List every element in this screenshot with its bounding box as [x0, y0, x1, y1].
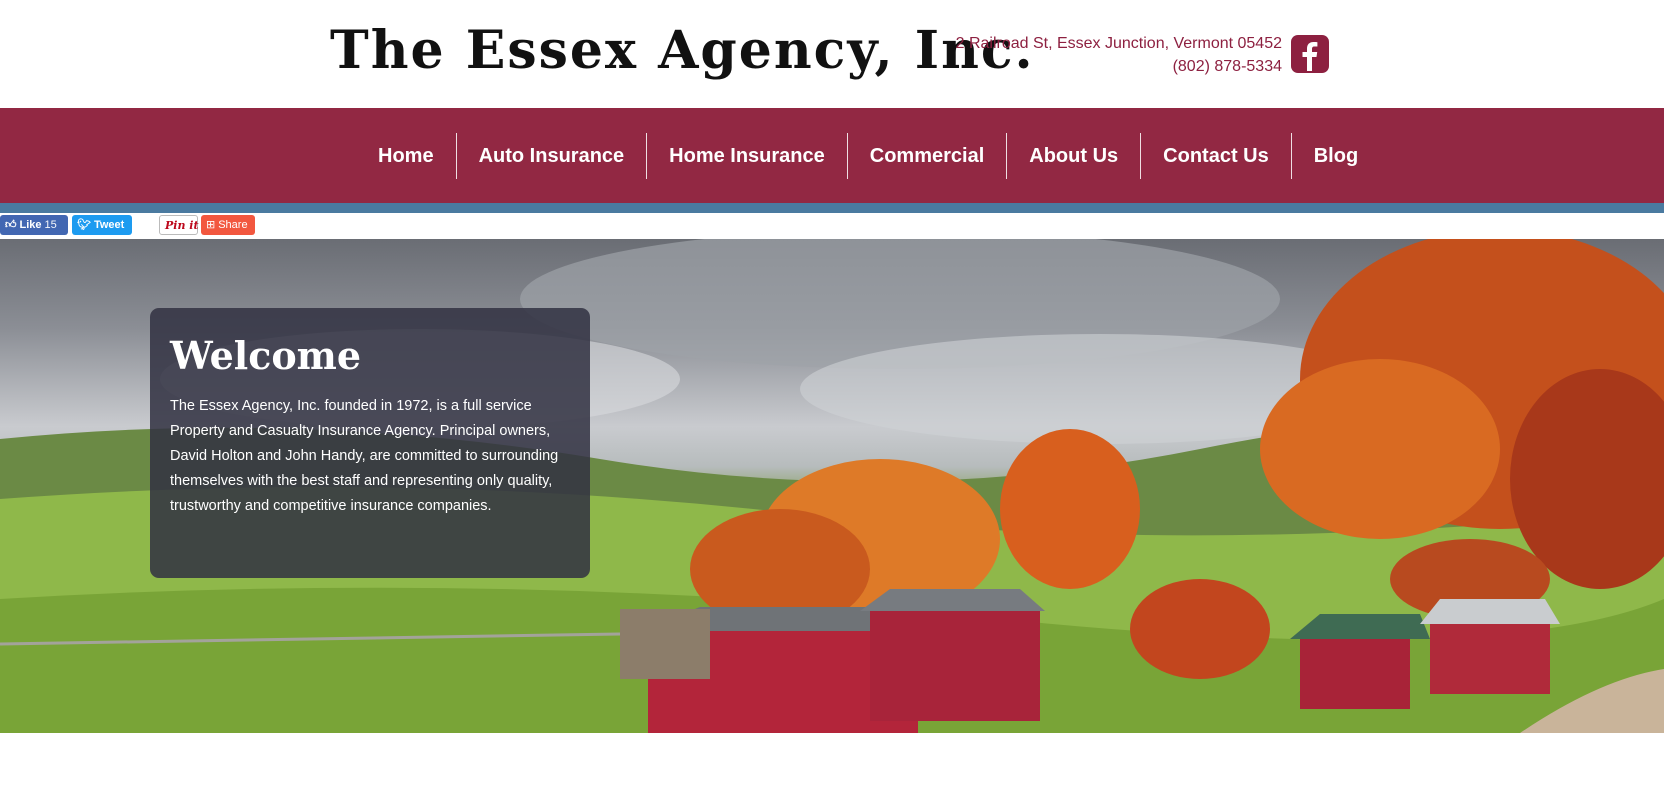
address-text: 2 Railroad St, Essex Junction, Vermont 0… [955, 35, 1282, 52]
thumbs-up-icon: 👍︎ [5, 219, 17, 231]
nav-blog[interactable]: Blog [1290, 133, 1380, 179]
share-label: Share [218, 219, 248, 231]
plus-box-icon: ⊞ [206, 219, 216, 231]
share-button[interactable]: ⊞ Share [201, 215, 255, 235]
nav-auto-insurance[interactable]: Auto Insurance [455, 133, 647, 179]
nav-commercial[interactable]: Commercial [846, 133, 1007, 179]
twitter-bird-icon: 🐦︎ [77, 219, 91, 231]
nav-contact-us[interactable]: Contact Us [1140, 133, 1291, 179]
welcome-panel: Welcome The Essex Agency, Inc. founded i… [150, 308, 590, 578]
main-nav: Home Auto Insurance Home Insurance Comme… [0, 108, 1664, 203]
site-logo[interactable]: The Essex Agency, Inc. [330, 16, 1033, 86]
pinterest-pin-button[interactable]: Pin it [159, 215, 199, 235]
like-label: Like [19, 219, 42, 231]
facebook-icon[interactable] [1291, 35, 1329, 73]
like-count: 15 [44, 219, 57, 231]
nav-home-insurance[interactable]: Home Insurance [646, 133, 847, 179]
social-share-bar: 👍︎ Like 15 🐦︎ Tweet Pin it ⊞ Share [0, 213, 1664, 239]
nav-home[interactable]: Home [356, 133, 456, 179]
site-header: The Essex Agency, Inc. 2 Railroad St, Es… [0, 0, 1664, 108]
facebook-like-button[interactable]: 👍︎ Like 15 [0, 215, 68, 235]
nav-accent-strip [0, 203, 1664, 213]
tweet-button[interactable]: 🐦︎ Tweet [72, 215, 132, 235]
phone-link[interactable]: (802) 878-5334 [956, 55, 1282, 78]
contact-info: 2 Railroad St, Essex Junction, Vermont 0… [956, 32, 1282, 78]
nav-about-us[interactable]: About Us [1006, 133, 1140, 179]
tweet-label: Tweet [93, 219, 125, 231]
welcome-heading: Welcome [170, 333, 362, 378]
welcome-body-text: The Essex Agency, Inc. founded in 1972, … [170, 398, 559, 514]
pin-label: Pin it [165, 219, 199, 232]
